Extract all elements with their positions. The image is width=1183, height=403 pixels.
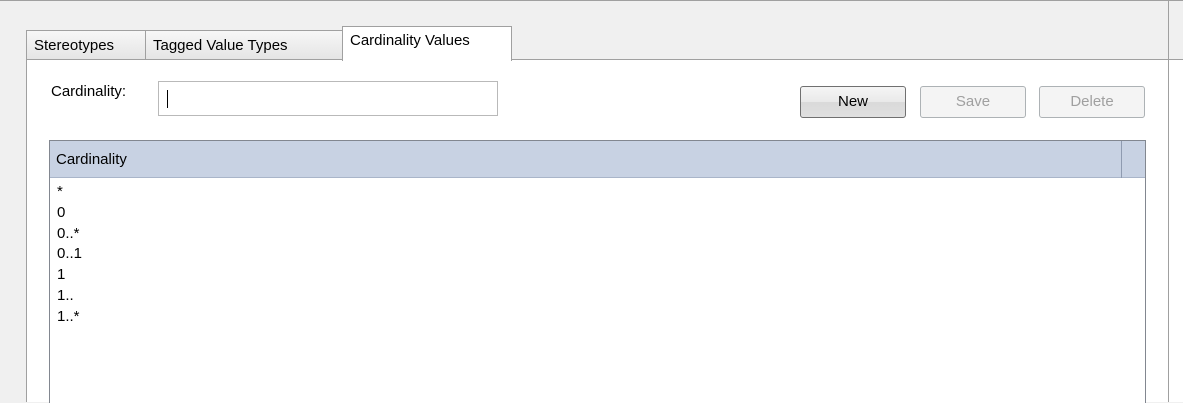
cardinality-label: Cardinality: bbox=[51, 83, 127, 100]
list-item[interactable]: 1 bbox=[57, 264, 82, 285]
list-item[interactable]: 1..* bbox=[57, 306, 82, 327]
tab-tagged-value-types[interactable]: Tagged Value Types bbox=[145, 30, 345, 60]
list-item[interactable]: 1.. bbox=[57, 285, 82, 306]
list-column-header[interactable]: Cardinality bbox=[50, 141, 1145, 178]
list-item[interactable]: * bbox=[57, 181, 82, 202]
tab-cardinality-values[interactable]: Cardinality Values bbox=[342, 26, 512, 61]
new-button[interactable]: New bbox=[800, 86, 906, 118]
window-top-border bbox=[0, 0, 1183, 1]
list-item[interactable]: 0..* bbox=[57, 223, 82, 244]
text-caret bbox=[167, 90, 168, 108]
list-item[interactable]: 0 bbox=[57, 202, 82, 223]
cardinality-input[interactable] bbox=[158, 81, 498, 116]
column-separator[interactable] bbox=[1121, 141, 1122, 178]
delete-button[interactable]: Delete bbox=[1039, 86, 1145, 118]
cardinality-list[interactable]: Cardinality * 0 0..* 0..1 1 1.. 1..* bbox=[49, 140, 1146, 403]
tab-strip: Stereotypes Tagged Value Types Cardinali… bbox=[26, 26, 1183, 61]
cardinality-values-panel: Cardinality: New Save Delete Cardinality… bbox=[26, 59, 1183, 403]
window-right-border bbox=[1168, 0, 1169, 402]
column-header-cardinality: Cardinality bbox=[56, 151, 127, 168]
tab-stereotypes[interactable]: Stereotypes bbox=[26, 30, 146, 60]
save-button[interactable]: Save bbox=[920, 86, 1026, 118]
list-item[interactable]: 0..1 bbox=[57, 243, 82, 264]
list-rows: * 0 0..* 0..1 1 1.. 1..* bbox=[57, 181, 82, 327]
